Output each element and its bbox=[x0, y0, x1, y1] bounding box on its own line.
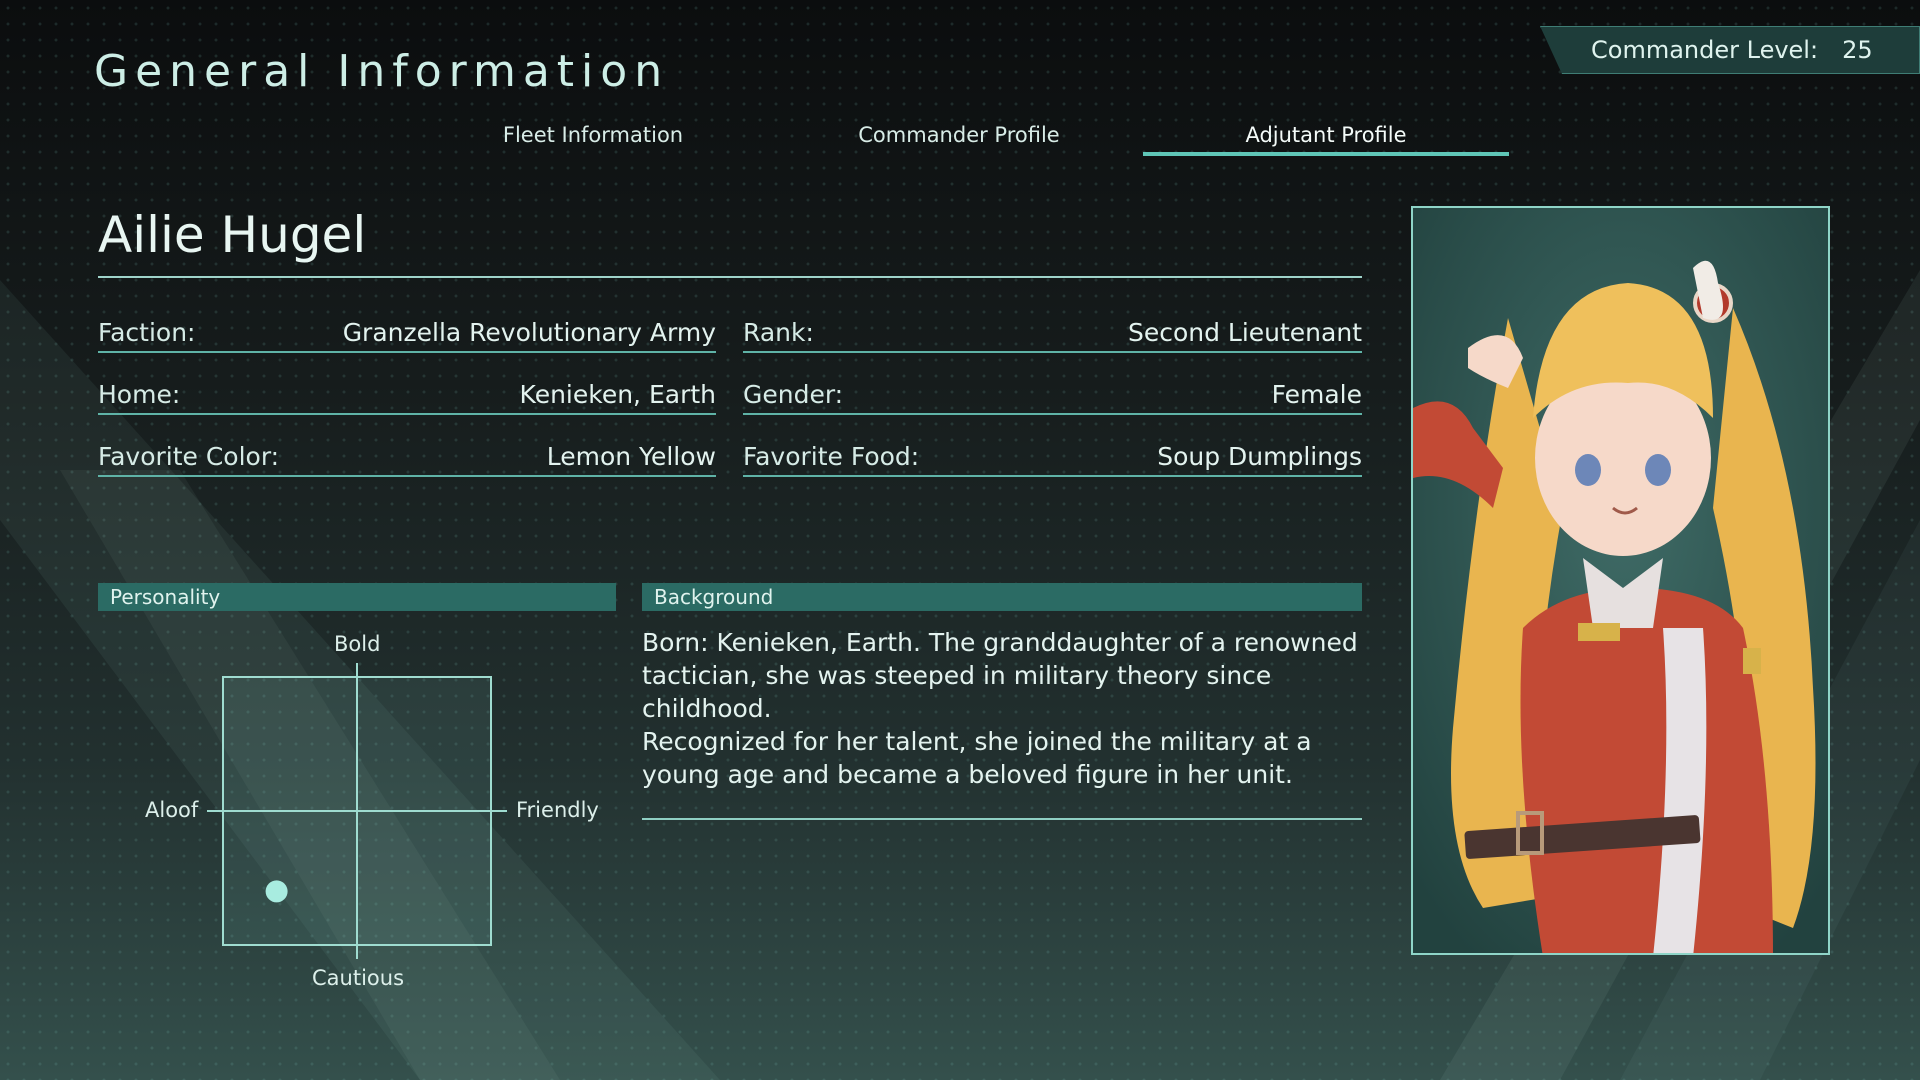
adjutant-portrait bbox=[1411, 206, 1830, 955]
adjutant-name: Ailie Hugel bbox=[98, 206, 1362, 278]
personality-marker bbox=[265, 880, 288, 903]
background-text: Born: Kenieken, Earth. The granddaughter… bbox=[642, 626, 1362, 791]
commander-level-label: Commander Level: bbox=[1591, 36, 1819, 64]
home-row: Home: Kenieken, Earth bbox=[98, 380, 716, 415]
axis-label-aloof: Aloof bbox=[145, 798, 199, 822]
favorite-color-label: Favorite Color: bbox=[98, 442, 280, 471]
favorite-color-value: Lemon Yellow bbox=[546, 442, 716, 471]
background-paragraph-1: Born: Kenieken, Earth. The granddaughter… bbox=[642, 628, 1358, 723]
tab-commander-profile[interactable]: Commander Profile bbox=[776, 118, 1142, 156]
axis-label-cautious: Cautious bbox=[312, 966, 405, 990]
tab-fleet-information[interactable]: Fleet Information bbox=[410, 118, 776, 156]
rank-value: Second Lieutenant bbox=[1127, 318, 1362, 347]
background-header: Background bbox=[642, 583, 1362, 611]
home-value: Kenieken, Earth bbox=[519, 380, 716, 409]
background-paragraph-2: Recognized for her talent, she joined th… bbox=[642, 727, 1312, 789]
gender-value: Female bbox=[1271, 380, 1362, 409]
gender-label: Gender: bbox=[743, 380, 844, 409]
rank-label: Rank: bbox=[743, 318, 814, 347]
background-divider bbox=[642, 818, 1362, 820]
faction-label: Faction: bbox=[98, 318, 196, 347]
adjutant-portrait-illustration bbox=[1413, 208, 1828, 953]
favorite-color-row: Favorite Color: Lemon Yellow bbox=[98, 442, 716, 477]
favorite-food-row: Favorite Food: Soup Dumplings bbox=[743, 442, 1362, 477]
axis-label-bold: Bold bbox=[334, 632, 381, 656]
favorite-food-value: Soup Dumplings bbox=[1157, 442, 1362, 471]
page-title: General Information bbox=[94, 46, 670, 97]
favorite-food-label: Favorite Food: bbox=[743, 442, 920, 471]
faction-row: Faction: Granzella Revolutionary Army bbox=[98, 318, 716, 353]
commander-level-value: 25 bbox=[1842, 36, 1873, 64]
home-label: Home: bbox=[98, 380, 181, 409]
personality-header: Personality bbox=[98, 583, 616, 611]
tab-adjutant-profile[interactable]: Adjutant Profile bbox=[1143, 118, 1509, 156]
gender-row: Gender: Female bbox=[743, 380, 1362, 415]
commander-level-badge: Commander Level: 25 bbox=[1540, 26, 1920, 74]
faction-value: Granzella Revolutionary Army bbox=[342, 318, 716, 347]
axis-label-friendly: Friendly bbox=[516, 798, 599, 822]
rank-row: Rank: Second Lieutenant bbox=[743, 318, 1362, 353]
